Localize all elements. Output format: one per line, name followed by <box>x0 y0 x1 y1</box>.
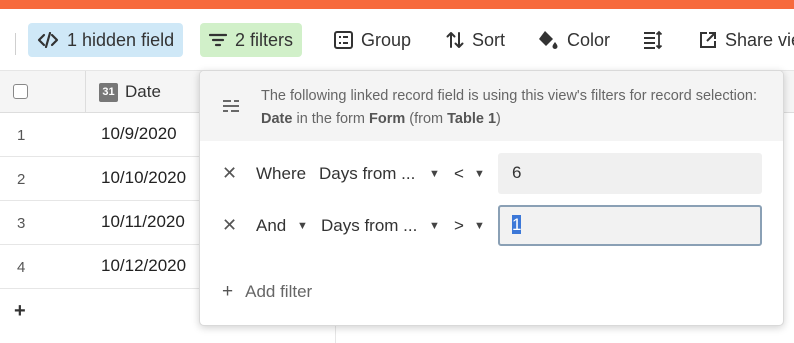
date-cell[interactable]: 10/10/2020 <box>101 168 186 188</box>
share-icon <box>700 32 716 48</box>
hide-fields-button[interactable]: 1 hidden field <box>28 23 184 57</box>
select-all-checkbox[interactable] <box>13 84 28 99</box>
date-column-label: Date <box>125 82 161 101</box>
sort-label: Sort <box>472 29 506 50</box>
filter-condition-row: ✕ And ▼ Days from ... ▼ > ▼ 1 <box>200 205 783 247</box>
chevron-down-icon[interactable]: ▼ <box>474 168 485 180</box>
sort-icon <box>446 32 464 48</box>
row-number: 3 <box>17 215 26 232</box>
filter-condition-row: ✕ Where Days from ... ▼ < ▼ 6 <box>200 153 783 195</box>
color-button[interactable]: Color <box>528 23 619 57</box>
sort-button[interactable]: Sort <box>437 23 514 57</box>
row-number: 4 <box>17 259 26 276</box>
date-cell[interactable]: 10/11/2020 <box>101 212 185 232</box>
calendar-icon: 31 <box>99 82 118 102</box>
filter-value-input[interactable]: 1 <box>498 205 762 246</box>
add-filter-label: Add filter <box>245 282 313 301</box>
notice-text: The following linked record field is usi… <box>261 88 757 127</box>
filter-field-select[interactable]: Days from ... <box>321 216 417 236</box>
filter-operator-select[interactable]: < <box>454 164 464 184</box>
toolbar-divider <box>15 33 16 55</box>
filter-conjunction-select[interactable]: And <box>256 216 286 236</box>
chevron-down-icon[interactable]: ▼ <box>429 168 440 180</box>
filter-button[interactable]: 2 filters <box>200 23 303 57</box>
notice-table-name: Table 1 <box>447 111 497 127</box>
add-row-button[interactable]: + <box>14 300 26 323</box>
add-filter-button[interactable]: + Add filter <box>222 281 312 303</box>
filter-popover: The following linked record field is usi… <box>199 70 784 326</box>
hide-fields-label: 1 hidden field <box>67 29 175 50</box>
chevron-down-icon[interactable]: ▼ <box>474 220 485 232</box>
row-height-icon <box>644 30 663 50</box>
filter-icon <box>209 33 227 47</box>
filter-value-input[interactable]: 6 <box>498 153 762 194</box>
date-column-header[interactable]: 31 Date <box>99 71 161 113</box>
remove-filter-icon[interactable]: ✕ <box>222 215 237 236</box>
group-button[interactable]: Group <box>325 23 420 57</box>
notice-form-name: Form <box>369 111 406 127</box>
chevron-down-icon[interactable]: ▼ <box>429 220 440 232</box>
top-accent-bar <box>0 0 794 9</box>
filter-operator-select[interactable]: > <box>454 216 464 236</box>
paint-bucket-icon <box>539 31 558 49</box>
notice-field-name: Date <box>261 111 293 127</box>
group-label: Group <box>361 29 412 50</box>
plus-icon: + <box>222 281 234 302</box>
share-view-button[interactable]: Share vie <box>690 23 794 57</box>
chevron-down-icon[interactable]: ▼ <box>297 220 308 232</box>
row-height-button[interactable] <box>634 23 680 57</box>
selected-text: 1 <box>512 215 522 234</box>
date-cell[interactable]: 10/12/2020 <box>101 256 186 276</box>
hidden-field-icon <box>37 32 59 48</box>
date-cell[interactable]: 10/9/2020 <box>101 124 177 144</box>
filter-conjunction: Where <box>256 164 307 183</box>
group-icon <box>334 31 353 49</box>
color-label: Color <box>567 29 611 50</box>
row-number: 1 <box>17 127 26 144</box>
filter-settings-icon <box>223 100 239 112</box>
remove-filter-icon[interactable]: ✕ <box>222 163 237 184</box>
view-toolbar: 1 hidden field 2 filters Group Sort Colo… <box>0 9 794 71</box>
linked-record-notice: The following linked record field is usi… <box>200 71 783 141</box>
filter-label: 2 filters <box>235 29 294 50</box>
share-view-label: Share vie <box>725 29 794 50</box>
header-divider <box>85 71 86 113</box>
filter-field-select[interactable]: Days from ... <box>319 164 415 184</box>
row-number: 2 <box>17 171 26 188</box>
